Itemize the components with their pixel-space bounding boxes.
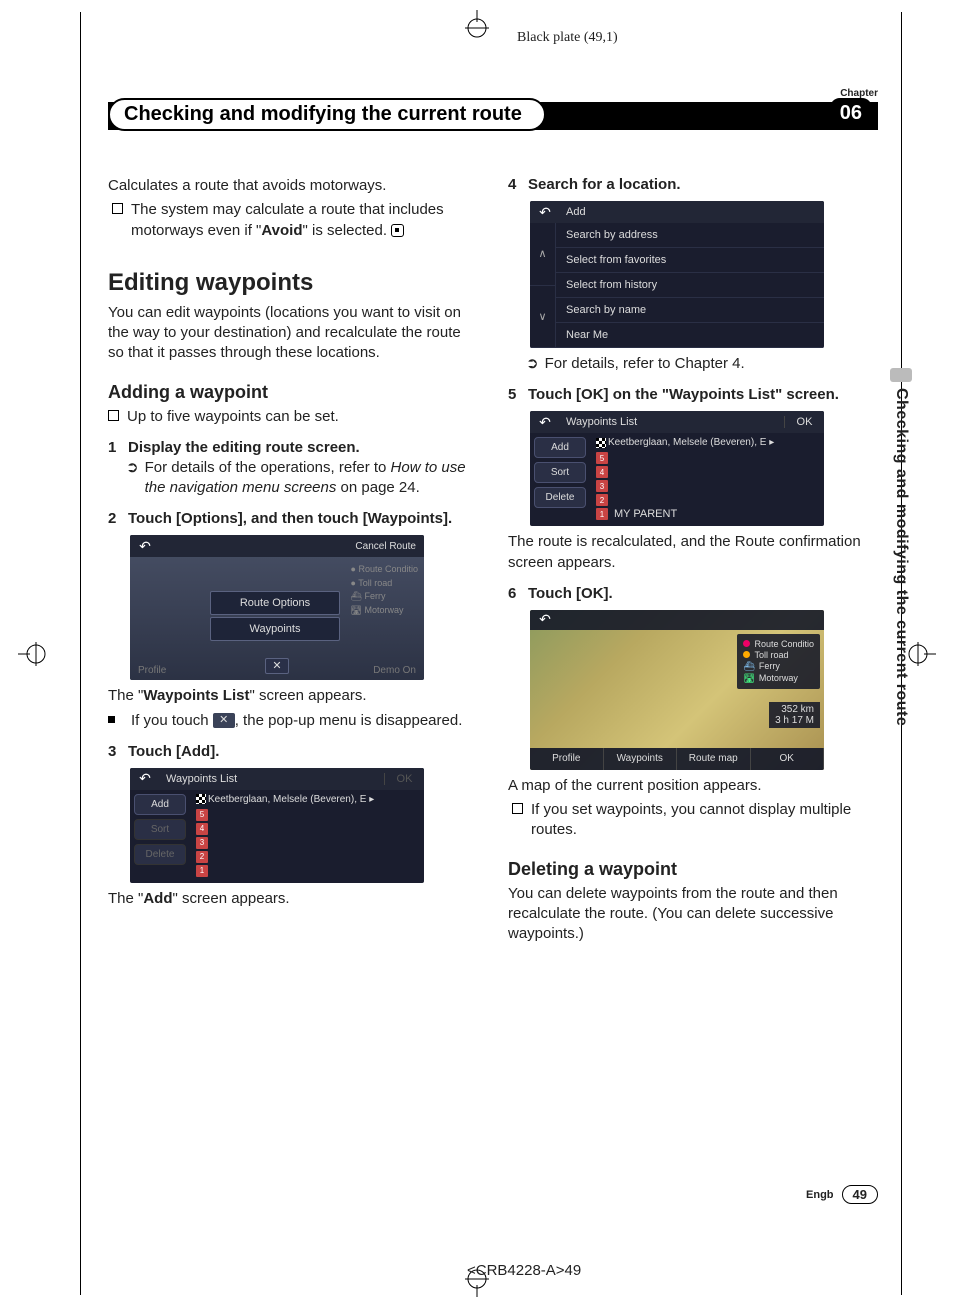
map-profile-button[interactable]: Profile [530,748,604,770]
step-6: 6Touch [OK]. [508,585,878,602]
step-4: 4Search for a location. [508,176,878,193]
wp-row: 1 [196,865,418,877]
note-box-icon [112,203,123,214]
side-tab-marker [890,368,912,382]
screenshot-options-popup: ↶ Cancel Route ● Route Conditio ● Toll r… [130,535,424,680]
map-legend: Route Conditio Toll road ⛴Ferry 🛣Motorwa… [737,634,820,689]
sort-button[interactable]: Sort [534,462,586,483]
footer-page-number: 49 [842,1185,878,1204]
delete-button[interactable]: Delete [534,487,586,508]
step1-ref: ➲ For details of the operations, refer t… [126,458,478,499]
popup-profile[interactable]: Profile [138,665,166,676]
back-icon[interactable]: ↶ [130,538,160,555]
back-icon[interactable]: ↶ [530,611,560,628]
popup-route-options[interactable]: Route Options [210,591,340,615]
screenshot-waypoints-list-1: ↶ Waypoints List OK Add Sort Delete Keet… [130,768,424,883]
heading-editing-waypoints: Editing waypoints [108,269,478,297]
destination-row[interactable]: Keetberglaan, Melsele (Beveren), E ▸ [196,794,418,805]
wp-row: 5 [196,809,418,821]
delete-button: Delete [134,844,186,865]
list-item[interactable]: Near Me [556,323,824,348]
add-button[interactable]: Add [534,437,586,458]
list-item[interactable]: Search by name [556,298,824,323]
chapter-header: Chapter Checking and modifying the curre… [108,102,878,136]
ss-title: Waypoints List [560,416,784,428]
note-avoid: The system may calculate a route that in… [112,200,478,241]
heading-deleting-waypoint: Deleting a waypoint [508,859,878,880]
back-icon[interactable]: ↶ [530,414,560,431]
back-icon[interactable]: ↶ [530,204,560,221]
heading-adding-waypoint: Adding a waypoint [108,382,478,403]
map-distance: 352 km3 h 17 M [769,702,820,728]
x-icon[interactable]: ✕ [213,713,235,728]
back-icon[interactable]: ↶ [130,770,160,787]
dest-flag-icon [196,794,206,804]
wp-row[interactable]: 1MY PARENT [596,508,818,520]
list-item[interactable]: Search by address [556,223,824,248]
step4-ref: ➲ For details, refer to Chapter 4. [526,354,878,374]
chapter-title: Checking and modifying the current route [108,98,546,131]
add-button[interactable]: Add [134,794,186,815]
wp-row[interactable]: 2 [596,494,818,506]
after-step5-text: The route is recalculated, and the Route… [508,532,878,573]
step-3: 3Touch [Add]. [108,743,478,760]
popup-side-legend: ● Route Conditio ● Toll road ⛴ Ferry 🛣 M… [351,563,418,617]
black-plate-label: Black plate (49,1) [517,30,618,46]
ref-arrow-icon: ➲ [526,354,539,374]
note-box-icon [108,410,119,421]
deleting-waypoint-body: You can delete waypoints from the route … [508,884,878,945]
ok-button[interactable]: OK [784,416,824,428]
wp-row[interactable]: 4 [596,466,818,478]
popup-demo[interactable]: Demo On [373,665,416,676]
screenshot-route-map: ↶ Route Conditio Toll road ⛴Ferry 🛣Motor… [530,610,824,770]
map-routemap-button[interactable]: Route map [677,748,751,770]
list-item[interactable]: Select from history [556,273,824,298]
dest-flag-icon [596,438,606,448]
step-2: 2Touch [Options], and then touch [Waypoi… [108,510,478,527]
screenshot-waypoints-list-2: ↶ Waypoints List OK Add Sort Delete Keet… [530,411,824,526]
list-item[interactable]: Select from favorites [556,248,824,273]
intro-text: Calculates a route that avoids motorways… [108,176,478,196]
after-step3-text: The "Add" screen appears. [108,889,478,909]
scroll-down-icon[interactable]: ∨ [530,286,556,349]
side-tab-title: Checking and modifying the current route [892,388,910,726]
crop-mark-right [906,639,936,669]
editing-waypoints-body: You can edit waypoints (locations you wa… [108,303,478,364]
ss-title: Waypoints List [160,773,384,785]
ref-arrow-icon: ➲ [126,458,139,499]
destination-row[interactable]: Keetberglaan, Melsele (Beveren), E ▸ [596,437,818,448]
cancel-route-label[interactable]: Cancel Route [355,541,416,552]
sort-button: Sort [134,819,186,840]
wp-row[interactable]: 5 [596,452,818,464]
page-footer: Engb 49 [806,1185,878,1204]
chapter-number: 06 [830,98,872,129]
ss-title: Add [560,206,824,218]
after-step6-text: A map of the current position appears. [508,776,878,796]
after-step2-text: The "Waypoints List" screen appears. [108,686,478,706]
crop-mark-left [18,639,48,669]
step-5: 5Touch [OK] on the "Waypoints List" scre… [508,386,878,403]
ok-button-dim: OK [384,773,424,785]
screenshot-add-search: ↶ Add ∧ ∨ Search by address Select from … [530,201,824,348]
crop-mark-top [462,10,492,40]
wp-row: 4 [196,823,418,835]
wp-row: 2 [196,851,418,863]
left-column: Calculates a route that avoids motorways… [108,176,478,948]
scroll-up-icon[interactable]: ∧ [530,223,556,286]
note-multiple-routes: If you set waypoints, you cannot display… [512,800,878,841]
right-column: 4Search for a location. ↶ Add ∧ ∨ Search… [508,176,878,948]
end-section-icon [391,224,404,237]
wp-row: 3 [196,837,418,849]
note-up-to-five: Up to five waypoints can be set. [108,407,478,427]
note-box-icon [512,803,523,814]
popup-waypoints[interactable]: Waypoints [210,617,340,641]
map-ok-button[interactable]: OK [751,748,825,770]
wp-row[interactable]: 3 [596,480,818,492]
footer-lang: Engb [806,1189,834,1201]
square-bullet-icon [108,716,115,723]
map-waypoints-button[interactable]: Waypoints [604,748,678,770]
step-1: 1Display the editing route screen. ➲ For… [108,439,478,499]
doc-code: <CRB4228-A>49 [467,1262,581,1279]
popup-close-note: If you touch ✕, the pop-up menu is disap… [108,711,478,731]
